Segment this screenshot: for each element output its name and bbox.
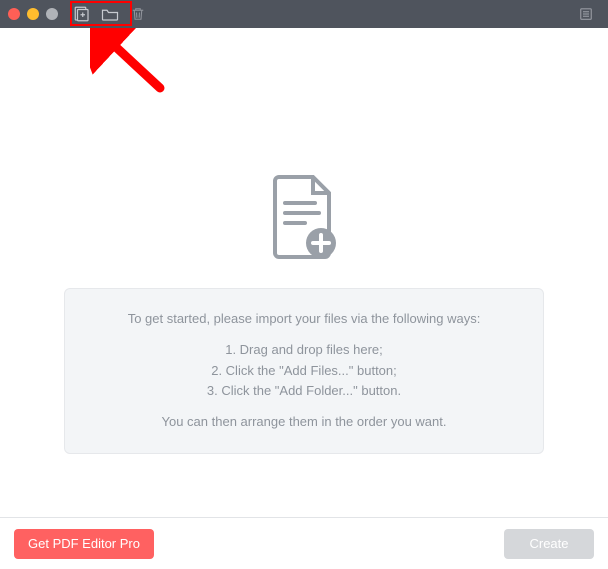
create-button: Create (504, 529, 594, 559)
titlebar (0, 0, 608, 28)
folder-icon (101, 6, 119, 22)
list-view-button[interactable] (572, 3, 600, 25)
document-add-icon (265, 173, 343, 268)
minimize-window-button[interactable] (27, 8, 39, 20)
trash-icon (129, 6, 147, 22)
add-files-button[interactable] (68, 3, 96, 25)
main-dropzone[interactable]: To get started, please import your files… (0, 28, 608, 517)
instructions-intro: To get started, please import your files… (83, 309, 525, 330)
get-pro-button[interactable]: Get PDF Editor Pro (14, 529, 154, 559)
instruction-step: 1. Drag and drop files here; (83, 340, 525, 361)
zoom-window-button[interactable] (46, 8, 58, 20)
instructions-outro: You can then arrange them in the order y… (83, 412, 525, 433)
trash-button[interactable] (124, 3, 152, 25)
window-controls (8, 8, 58, 20)
instruction-step: 2. Click the "Add Files..." button; (83, 361, 525, 382)
instructions-steps: 1. Drag and drop files here; 2. Click th… (83, 340, 525, 402)
instructions-panel: To get started, please import your files… (64, 288, 544, 454)
footer-bar: Get PDF Editor Pro Create (0, 517, 608, 569)
add-files-icon (73, 6, 91, 22)
close-window-button[interactable] (8, 8, 20, 20)
list-icon (577, 6, 595, 22)
add-folder-button[interactable] (96, 3, 124, 25)
instruction-step: 3. Click the "Add Folder..." button. (83, 381, 525, 402)
